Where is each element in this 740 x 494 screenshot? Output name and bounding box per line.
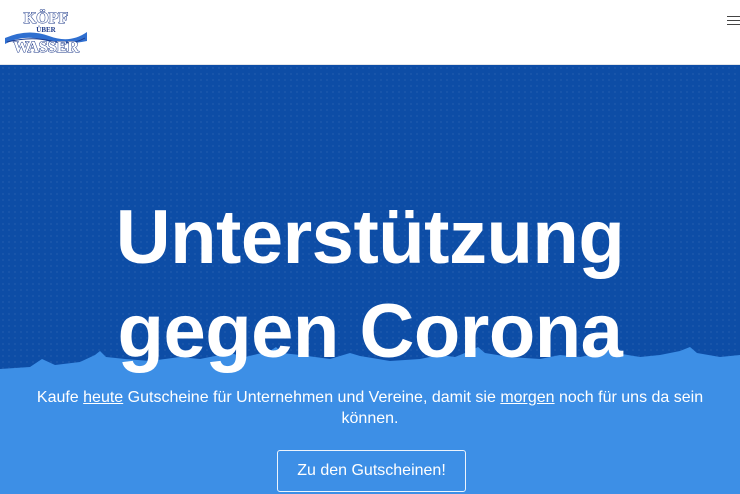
morgen-link[interactable]: morgen (500, 389, 554, 406)
site-header: KÖPF ÜBER WASSER (0, 0, 740, 65)
hero-title-line2: gegen Corona (117, 289, 623, 374)
hero-subtitle: Kaufe heute Gutscheine für Unternehmen u… (26, 387, 714, 429)
hamburger-menu-icon[interactable] (724, 12, 740, 28)
logo-text-kopf: KÖPF (24, 9, 69, 27)
subtitle-text-2: Gutscheine für Unternehmen und Vereine, … (123, 389, 501, 406)
hero-section: Unterstützung gegen Corona Kaufe heute G… (0, 65, 740, 494)
hero-title-line1: Unterstützung (115, 195, 625, 280)
kopf-ueber-wasser-logo[interactable]: KÖPF ÜBER WASSER (3, 8, 89, 56)
logo-text-ueber: ÜBER (36, 26, 56, 34)
heute-link[interactable]: heute (83, 389, 123, 406)
logo-text-wasser: WASSER (13, 39, 79, 56)
vouchers-cta-button[interactable]: Zu den Gutscheinen! (277, 450, 466, 492)
hero-title: Unterstützung gegen Corona (0, 191, 740, 379)
subtitle-text-1: Kaufe (36, 389, 84, 406)
